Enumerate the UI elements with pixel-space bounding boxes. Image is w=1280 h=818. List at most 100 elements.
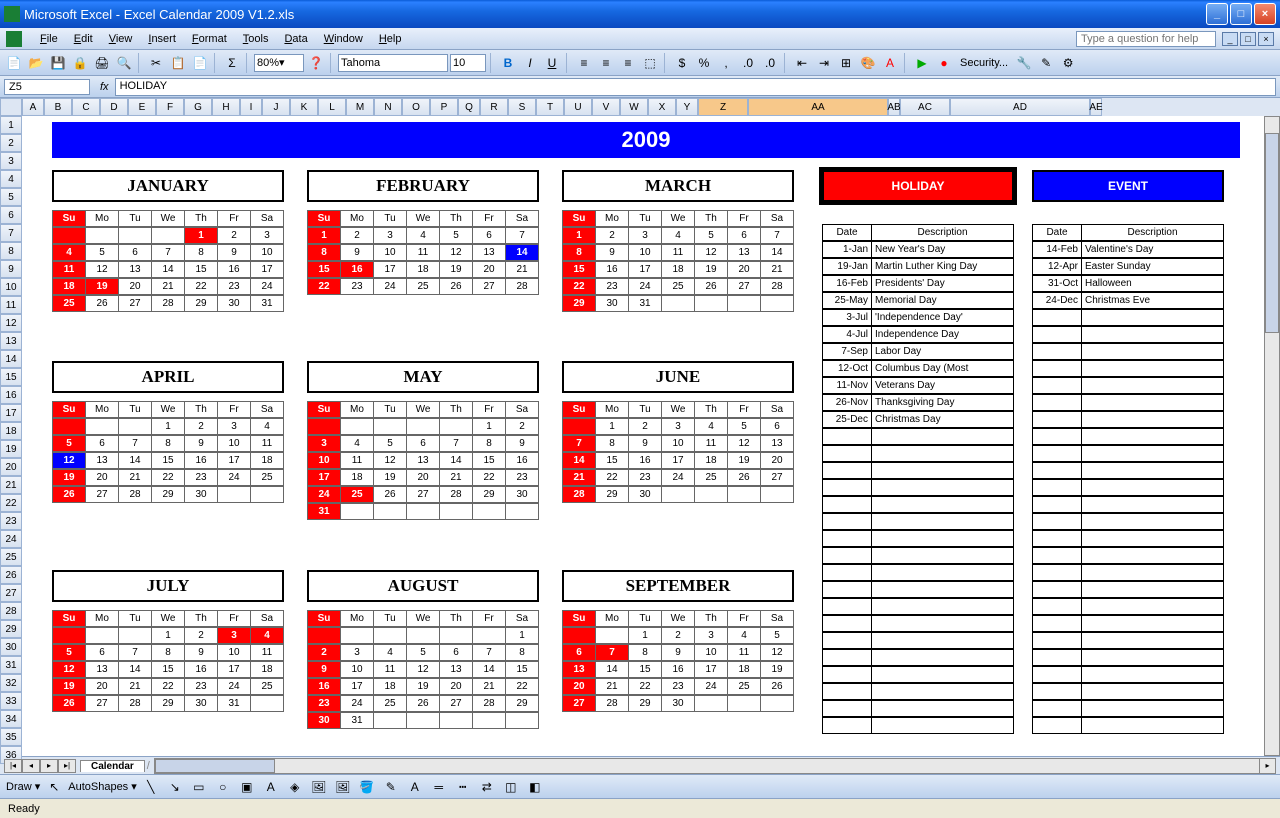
date-cell[interactable]: 18 <box>251 661 284 678</box>
row-header[interactable]: 6 <box>0 206 22 224</box>
date-cell[interactable]: 23 <box>596 278 629 295</box>
date-cell[interactable]: 18 <box>407 261 440 278</box>
table-row[interactable]: 14-FebValentine's Day <box>1032 241 1224 258</box>
date-cell[interactable] <box>506 712 539 729</box>
date-cell[interactable]: 13 <box>563 661 596 678</box>
tab-last-button[interactable]: ▸| <box>58 759 76 773</box>
date-cell[interactable]: 10 <box>218 435 251 452</box>
date-cell[interactable]: 30 <box>596 295 629 312</box>
date-cell[interactable] <box>374 627 407 644</box>
date-cell[interactable]: 5 <box>374 435 407 452</box>
date-cell[interactable]: 13 <box>728 244 761 261</box>
table-row[interactable] <box>822 479 1014 496</box>
date-cell[interactable]: 30 <box>185 695 218 712</box>
dec-decimal-icon[interactable]: .0 <box>760 53 780 73</box>
date-cell[interactable]: 16 <box>596 261 629 278</box>
row-header[interactable]: 24 <box>0 530 22 548</box>
date-cell[interactable]: 29 <box>506 695 539 712</box>
date-cell[interactable]: 4 <box>53 244 86 261</box>
date-cell[interactable]: 4 <box>251 418 284 435</box>
date-cell[interactable]: 18 <box>695 452 728 469</box>
table-row[interactable] <box>822 496 1014 513</box>
row-header[interactable]: 35 <box>0 728 22 746</box>
date-cell[interactable]: 5 <box>695 227 728 244</box>
fontcolor2-icon[interactable]: A <box>405 777 425 797</box>
date-cell[interactable]: 2 <box>341 227 374 244</box>
date-cell[interactable]: 12 <box>440 244 473 261</box>
row-header[interactable]: 13 <box>0 332 22 350</box>
align-center-icon[interactable]: ≡ <box>596 53 616 73</box>
col-header[interactable]: E <box>128 98 156 116</box>
oval-icon[interactable]: ○ <box>213 777 233 797</box>
date-cell[interactable]: 27 <box>119 295 152 312</box>
date-cell[interactable]: 11 <box>374 661 407 678</box>
select-all-corner[interactable] <box>0 98 22 116</box>
date-cell[interactable]: 2 <box>185 627 218 644</box>
date-cell[interactable]: 15 <box>596 452 629 469</box>
date-cell[interactable] <box>119 227 152 244</box>
comma-icon[interactable]: , <box>716 53 736 73</box>
date-cell[interactable] <box>407 418 440 435</box>
date-cell[interactable]: 25 <box>728 678 761 695</box>
table-row[interactable]: 7-SepLabor Day <box>822 343 1014 360</box>
date-cell[interactable]: 8 <box>563 244 596 261</box>
date-cell[interactable]: 23 <box>218 278 251 295</box>
date-cell[interactable]: 22 <box>563 278 596 295</box>
table-row[interactable] <box>822 445 1014 462</box>
date-cell[interactable]: 25 <box>53 295 86 312</box>
date-cell[interactable] <box>341 503 374 520</box>
date-cell[interactable]: 13 <box>761 435 794 452</box>
date-cell[interactable]: 14 <box>563 452 596 469</box>
date-cell[interactable]: 20 <box>86 678 119 695</box>
date-cell[interactable]: 31 <box>251 295 284 312</box>
date-cell[interactable]: 28 <box>440 486 473 503</box>
date-cell[interactable]: 24 <box>695 678 728 695</box>
col-header[interactable]: N <box>374 98 402 116</box>
tool2-icon[interactable]: ✎ <box>1036 53 1056 73</box>
date-cell[interactable]: 5 <box>440 227 473 244</box>
col-header[interactable]: T <box>536 98 564 116</box>
line-icon[interactable]: ╲ <box>141 777 161 797</box>
date-cell[interactable] <box>440 712 473 729</box>
date-cell[interactable]: 14 <box>473 661 506 678</box>
table-row[interactable] <box>1032 666 1224 683</box>
date-cell[interactable]: 4 <box>662 227 695 244</box>
row-header[interactable]: 27 <box>0 584 22 602</box>
date-cell[interactable]: 21 <box>119 678 152 695</box>
table-row[interactable] <box>822 666 1014 683</box>
date-cell[interactable]: 10 <box>629 244 662 261</box>
date-cell[interactable]: 3 <box>341 644 374 661</box>
date-cell[interactable]: 15 <box>185 261 218 278</box>
date-cell[interactable]: 8 <box>152 644 185 661</box>
menu-view[interactable]: View <box>101 31 141 47</box>
table-row[interactable] <box>822 700 1014 717</box>
col-header[interactable]: X <box>648 98 676 116</box>
date-cell[interactable]: 6 <box>86 435 119 452</box>
col-header[interactable]: O <box>402 98 430 116</box>
date-cell[interactable]: 28 <box>119 695 152 712</box>
table-row[interactable] <box>1032 530 1224 547</box>
table-row[interactable] <box>822 581 1014 598</box>
date-cell[interactable] <box>86 227 119 244</box>
row-header[interactable]: 3 <box>0 152 22 170</box>
date-cell[interactable]: 30 <box>308 712 341 729</box>
date-cell[interactable]: 13 <box>440 661 473 678</box>
col-header[interactable]: AE <box>1090 98 1102 116</box>
date-cell[interactable]: 18 <box>251 452 284 469</box>
table-row[interactable]: 25-MayMemorial Day <box>822 292 1014 309</box>
date-cell[interactable]: 8 <box>473 435 506 452</box>
date-cell[interactable]: 24 <box>308 486 341 503</box>
date-cell[interactable]: 17 <box>218 661 251 678</box>
date-cell[interactable]: 27 <box>440 695 473 712</box>
date-cell[interactable] <box>695 695 728 712</box>
date-cell[interactable]: 23 <box>185 469 218 486</box>
row-header[interactable]: 17 <box>0 404 22 422</box>
table-row[interactable] <box>1032 445 1224 462</box>
zoom-combo[interactable]: 80% ▾ <box>254 54 304 72</box>
linestyle-icon[interactable]: ═ <box>429 777 449 797</box>
table-row[interactable] <box>1032 717 1224 734</box>
col-header[interactable]: W <box>620 98 648 116</box>
date-cell[interactable] <box>728 486 761 503</box>
date-cell[interactable] <box>728 295 761 312</box>
date-cell[interactable]: 28 <box>596 695 629 712</box>
